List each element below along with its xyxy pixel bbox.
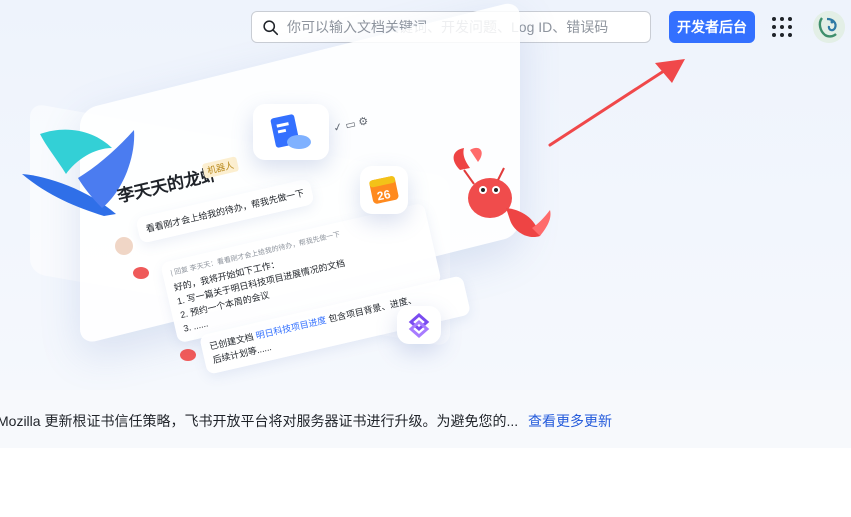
view-more-updates-link[interactable]: 查看更多更新 bbox=[528, 411, 612, 431]
apps-grid-icon[interactable] bbox=[772, 17, 792, 37]
hero-banner: 开发者后台 李天天的龙虾 机器人 ✓ ▭ ⚙ 看看刚才会上给我的待办，帮我先做一 bbox=[0, 0, 851, 390]
doc-card bbox=[253, 104, 329, 160]
update-notice-text[interactable]: Mozilla 更新根证书信任策略，飞书开放平台将对服务器证书进行升级。为避免您… bbox=[0, 411, 518, 431]
red-arrow-annotation bbox=[548, 59, 685, 147]
crab-mini-icon bbox=[133, 267, 149, 279]
search-icon bbox=[263, 19, 279, 35]
calendar-card: 26 bbox=[360, 166, 408, 214]
user-avatar[interactable] bbox=[813, 11, 845, 43]
doc-cloud-icon bbox=[270, 114, 311, 149]
user-mini-avatar bbox=[113, 235, 135, 257]
crab-mini-icon bbox=[180, 349, 196, 361]
update-notice-bar: Mozilla 更新根证书信任策略，飞书开放平台将对服务器证书进行升级。为避免您… bbox=[0, 390, 851, 448]
app-card bbox=[397, 306, 441, 344]
developer-console-button[interactable]: 开发者后台 bbox=[669, 11, 755, 43]
app-logo-icon bbox=[408, 313, 430, 338]
lobster-mascot-icon bbox=[453, 147, 551, 238]
